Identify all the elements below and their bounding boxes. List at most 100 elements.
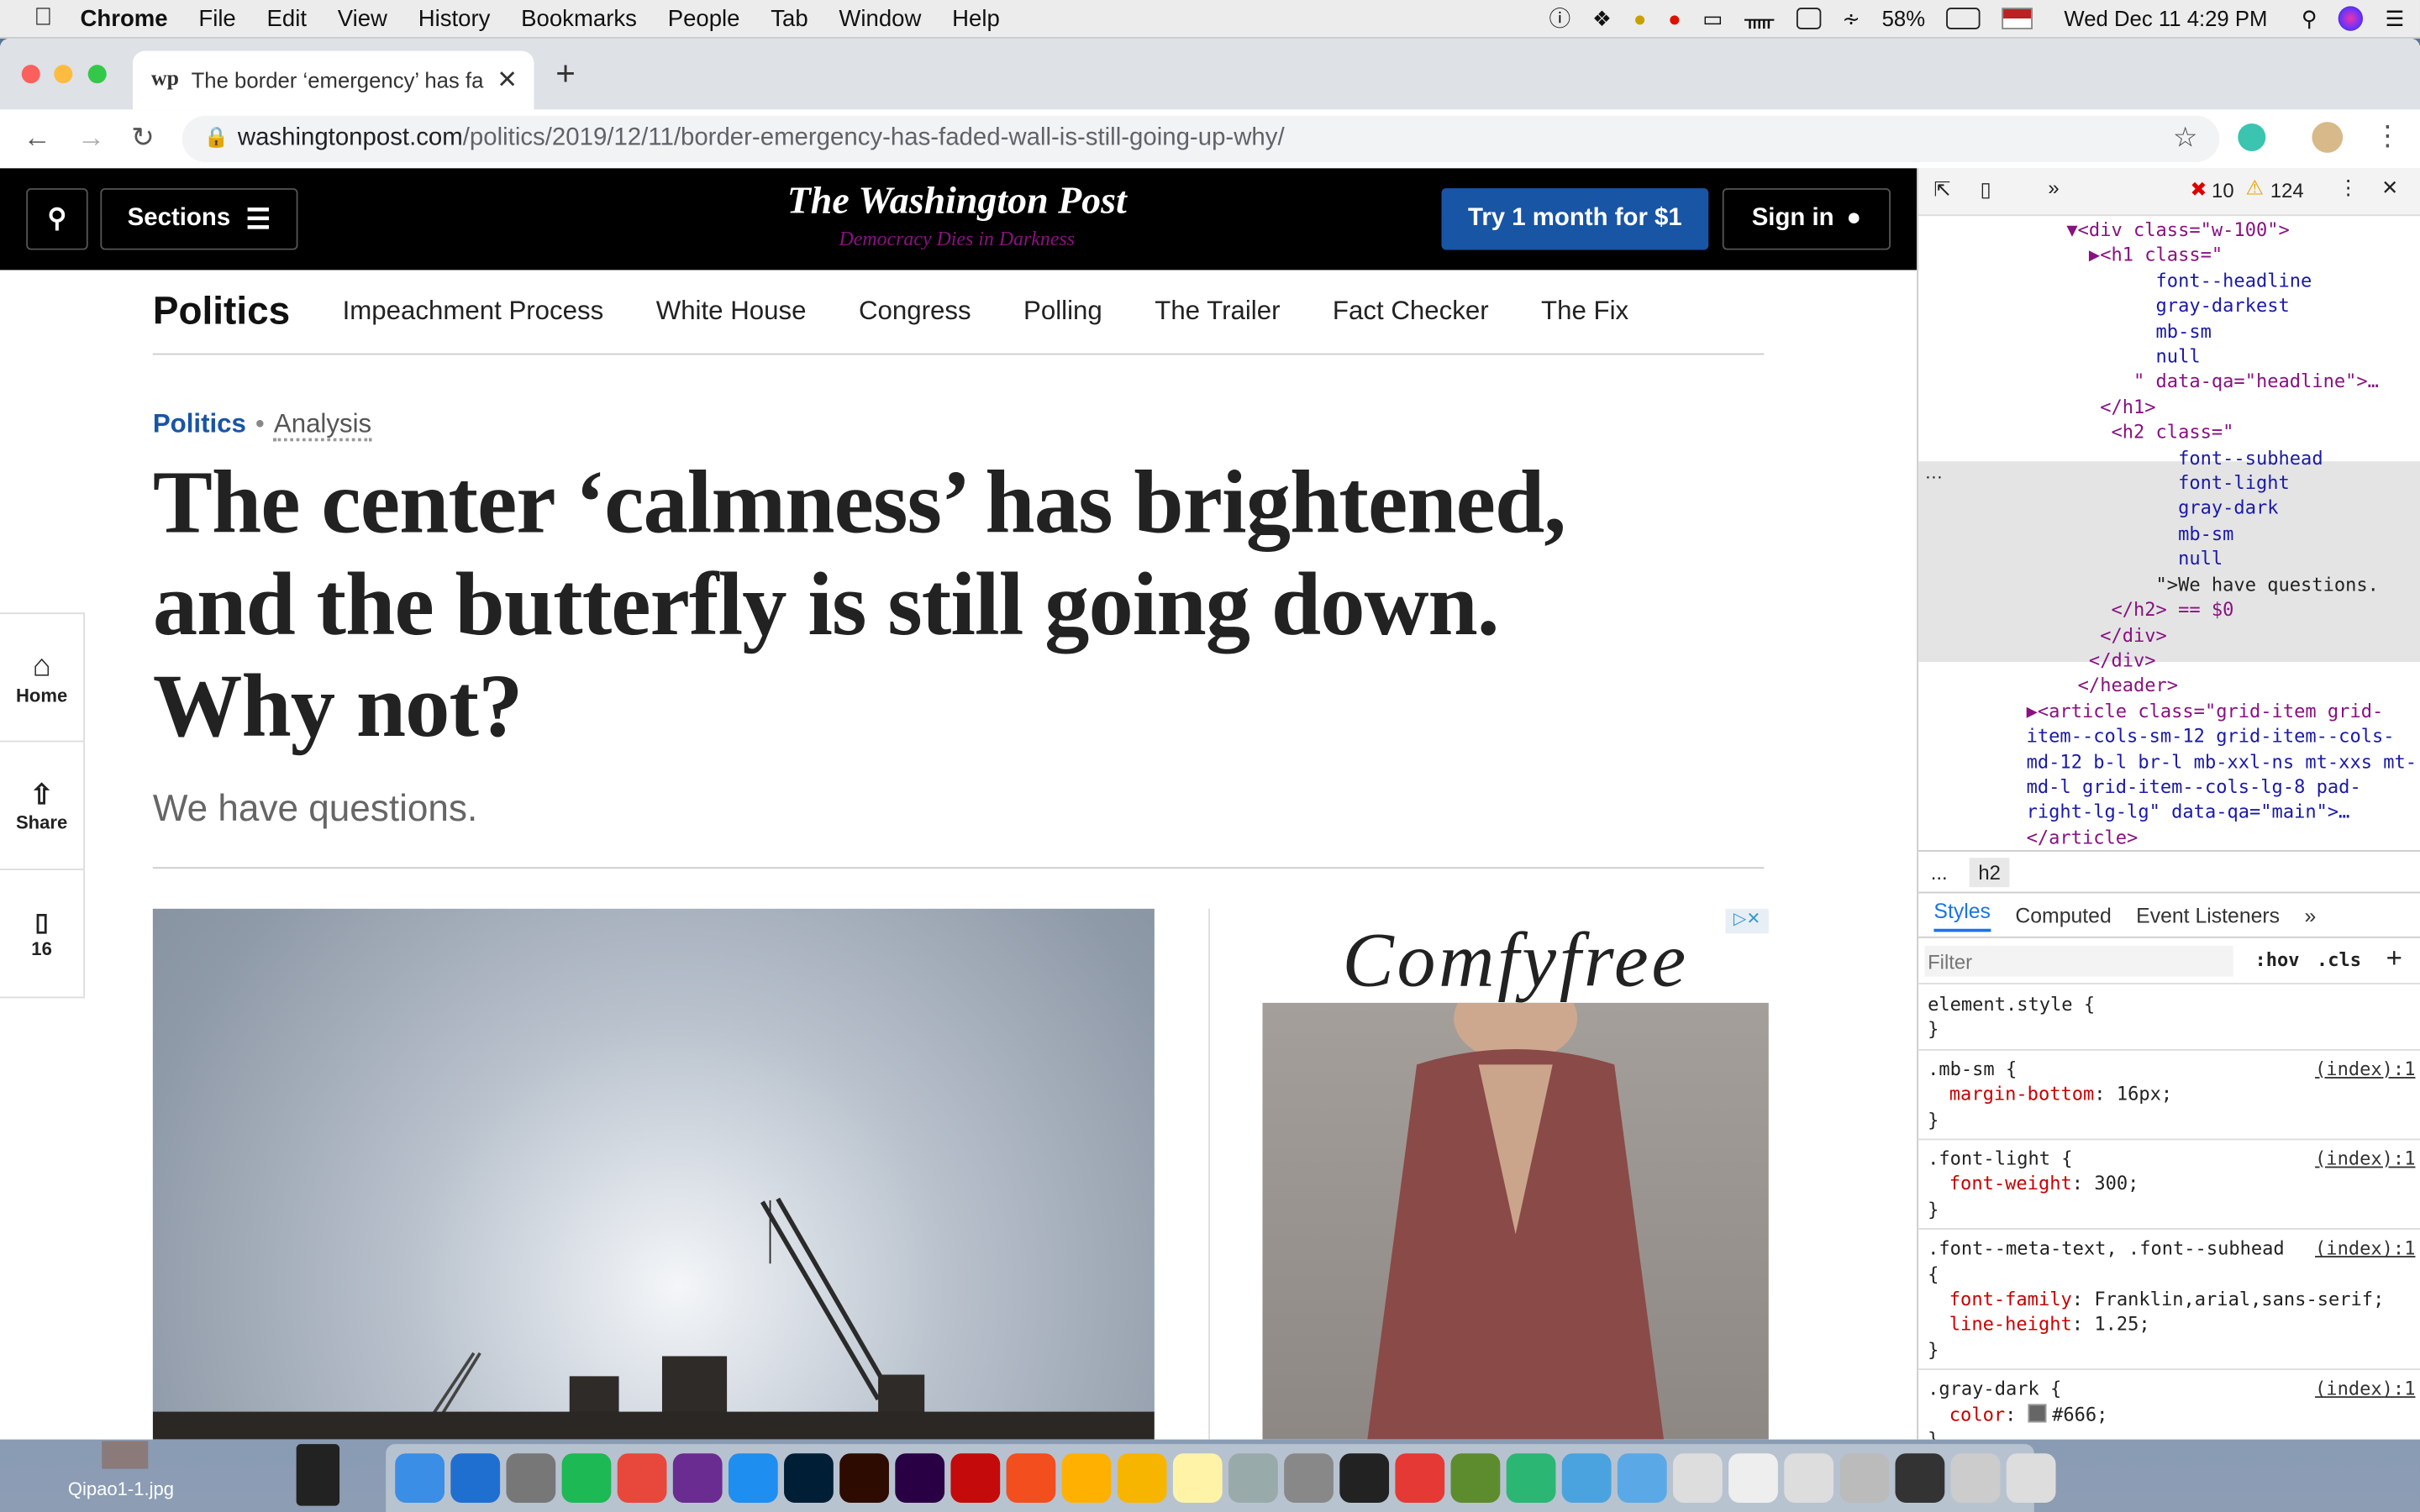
search-button[interactable]: ⚲ bbox=[26, 188, 88, 250]
property-name[interactable]: margin-bottom bbox=[1949, 1084, 2095, 1105]
dock-premiere-icon[interactable] bbox=[895, 1453, 945, 1503]
dock-sublime-icon[interactable] bbox=[1061, 1453, 1112, 1503]
element-line[interactable]: " data-qa="headline">… bbox=[1918, 370, 2400, 395]
ad-close-icon[interactable]: ▷✕ bbox=[1725, 908, 1769, 934]
dock-recent-doc-icon[interactable] bbox=[1839, 1453, 1890, 1503]
dock-system-preferences-icon[interactable] bbox=[506, 1453, 556, 1503]
element-line[interactable]: mb-sm bbox=[1918, 522, 2400, 547]
spotlight-icon[interactable]: ⚲ bbox=[2302, 5, 2317, 31]
element-line[interactable]: <h2 class=" bbox=[1918, 420, 2400, 445]
dock-notes-icon[interactable] bbox=[1172, 1453, 1223, 1503]
elements-code[interactable]: ▼<div class="w-100"> ▶<h1 class=" font--… bbox=[1918, 218, 2417, 850]
element-line[interactable]: </h1> bbox=[1918, 395, 2400, 420]
rule-declaration[interactable]: margin-bottom: 16px; bbox=[1928, 1082, 2412, 1107]
element-line[interactable]: mb-sm bbox=[1918, 319, 2400, 344]
chrome-menu-icon[interactable]: ⋮ bbox=[2374, 120, 2402, 153]
property-name[interactable]: font-weight bbox=[1949, 1173, 2072, 1195]
menu-tab[interactable]: Tab bbox=[771, 5, 808, 31]
dock-finder-icon[interactable] bbox=[395, 1453, 445, 1503]
dock-spotify-icon[interactable] bbox=[561, 1453, 612, 1503]
dock-slack-icon[interactable] bbox=[672, 1453, 723, 1503]
active-tab[interactable]: wp The border ‘emergency’ has fa ✕ bbox=[132, 50, 534, 110]
profile-avatar[interactable] bbox=[2312, 122, 2344, 153]
dock-trash-icon[interactable] bbox=[2006, 1453, 2056, 1503]
sign-in-button[interactable]: Sign in ● bbox=[1722, 188, 1891, 250]
clock[interactable]: Wed Dec 11 4:29 PM bbox=[2064, 6, 2267, 30]
kicker-type[interactable]: Analysis bbox=[274, 408, 372, 442]
breadcrumb-h2[interactable]: h2 bbox=[1969, 857, 2010, 887]
menu-window[interactable]: Window bbox=[839, 5, 921, 31]
element-line[interactable]: item--cols-sm-12 grid-item--cols- bbox=[1918, 724, 2400, 749]
nav-polling[interactable]: Polling bbox=[1023, 297, 1102, 328]
error-icon[interactable]: ✖ bbox=[2190, 177, 2207, 202]
dock-sketch-icon[interactable] bbox=[1117, 1453, 1167, 1503]
notification-center-icon[interactable]: ☰ bbox=[2386, 5, 2405, 31]
property-value[interactable]: 16px; bbox=[2117, 1084, 2172, 1105]
dock-recent-doc-icon[interactable] bbox=[1728, 1453, 1778, 1503]
address-bar[interactable]: 🔒 washingtonpost.com/politics/2019/12/11… bbox=[182, 115, 2220, 162]
flag-icon[interactable] bbox=[2002, 8, 2033, 29]
dock-photoshop-icon[interactable] bbox=[784, 1453, 834, 1503]
advertisement[interactable]: Comfyfree ▷✕ bbox=[1262, 908, 1769, 1440]
element-line[interactable]: font--subhead bbox=[1918, 445, 2400, 470]
maximize-window-button[interactable] bbox=[87, 65, 107, 84]
sync-icon[interactable]: ● bbox=[1634, 6, 1647, 30]
apple-menu-icon[interactable]:  bbox=[34, 5, 52, 33]
color-swatch[interactable] bbox=[2027, 1403, 2046, 1422]
element-line[interactable]: </article> bbox=[1918, 825, 2400, 850]
devtools-menu-icon[interactable]: ⋮ bbox=[2338, 176, 2359, 200]
style-rule[interactable]: .gray-dark {(index):1color: #666;} bbox=[1918, 1371, 2420, 1440]
add-rule-icon[interactable]: + bbox=[2386, 942, 2402, 975]
more-panels-icon[interactable]: » bbox=[2048, 176, 2059, 199]
menu-history[interactable]: History bbox=[418, 5, 491, 31]
inspect-element-icon[interactable]: ⇱ bbox=[1933, 177, 1950, 202]
dock-downloads-folder-icon[interactable] bbox=[1561, 1453, 1612, 1503]
property-value[interactable]: 1.25; bbox=[2094, 1314, 2149, 1336]
dock-atom-icon[interactable] bbox=[1506, 1453, 1556, 1503]
menu-bookmarks[interactable]: Bookmarks bbox=[521, 5, 637, 31]
element-line[interactable]: font--headline bbox=[1918, 268, 2400, 293]
lock-icon[interactable]: 🔒 bbox=[203, 125, 229, 150]
dock-1password-icon[interactable] bbox=[450, 1453, 501, 1503]
warning-icon[interactable]: ⚠ bbox=[2245, 176, 2263, 200]
forward-icon[interactable]: → bbox=[77, 122, 105, 155]
property-name[interactable]: font-family bbox=[1949, 1289, 2072, 1310]
dock-recent-doc-icon[interactable] bbox=[1673, 1453, 1723, 1503]
extension-icon[interactable] bbox=[2238, 123, 2266, 151]
tab-computed[interactable]: Computed bbox=[2015, 903, 2111, 927]
reload-icon[interactable]: ↻ bbox=[131, 122, 155, 155]
nav-congress[interactable]: Congress bbox=[859, 297, 971, 328]
kicker-section[interactable]: Politics bbox=[153, 409, 246, 438]
dock-transmit-icon[interactable] bbox=[1395, 1453, 1445, 1503]
dock-documents-folder-icon[interactable] bbox=[1617, 1453, 1667, 1503]
nav-impeachment-process[interactable]: Impeachment Process bbox=[343, 297, 604, 328]
breadcrumb-more[interactable]: ... bbox=[1931, 860, 1948, 884]
nav-fact-checker[interactable]: Fact Checker bbox=[1333, 297, 1489, 328]
element-line[interactable]: md-l grid-item--cols-lg-8 pad- bbox=[1918, 774, 2400, 800]
hov-toggle[interactable]: :hov bbox=[2254, 949, 2299, 971]
menu-view[interactable]: View bbox=[338, 5, 387, 31]
element-line[interactable]: ▶<article class="grid-item grid- bbox=[1918, 699, 2400, 724]
dock-minecraft-icon[interactable] bbox=[1450, 1453, 1501, 1503]
dock-acrobat-icon[interactable] bbox=[950, 1453, 1001, 1503]
element-line[interactable]: </div> bbox=[1918, 622, 2400, 648]
site-logo[interactable]: The Washington Post Democracy Dies in Da… bbox=[725, 181, 1188, 251]
memory-icon[interactable] bbox=[1796, 8, 1821, 29]
rule-declaration[interactable]: font-weight: 300; bbox=[1928, 1172, 2412, 1197]
element-line[interactable]: null bbox=[1918, 344, 2400, 370]
dock-terminal-icon[interactable] bbox=[1339, 1453, 1390, 1503]
property-value[interactable]: 300; bbox=[2094, 1173, 2139, 1195]
close-window-button[interactable] bbox=[21, 65, 40, 84]
element-line[interactable]: </div> bbox=[1918, 648, 2400, 673]
creative-cloud-icon[interactable]: ● bbox=[1668, 6, 1681, 30]
device-toolbar-icon[interactable]: ▯ bbox=[1981, 177, 1991, 202]
siri-icon[interactable] bbox=[2338, 6, 2364, 31]
airplay-icon[interactable]: ▭ bbox=[1702, 5, 1723, 31]
subscribe-button[interactable]: Try 1 month for $1 bbox=[1441, 188, 1709, 250]
minimize-window-button[interactable] bbox=[54, 65, 73, 84]
filter-input[interactable] bbox=[1924, 945, 2233, 977]
rule-source-link[interactable]: (index):1 bbox=[2315, 1147, 2415, 1172]
dock-calculator-icon[interactable] bbox=[1284, 1453, 1334, 1503]
menu-people[interactable]: People bbox=[668, 5, 740, 31]
nav-the-trailer[interactable]: The Trailer bbox=[1155, 297, 1280, 328]
